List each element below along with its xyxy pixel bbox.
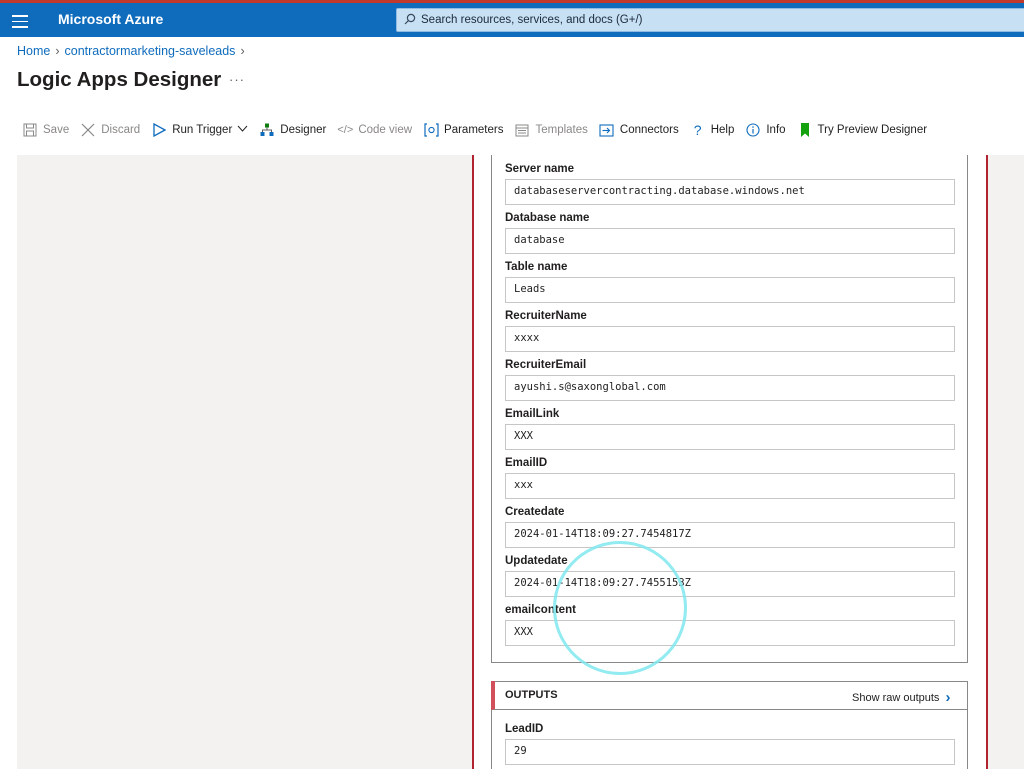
field-value[interactable]: 29 xyxy=(505,739,955,765)
code-view-label: Code view xyxy=(358,124,413,136)
show-raw-outputs-label: Show raw outputs xyxy=(852,691,940,704)
field-label: Table name xyxy=(505,261,568,273)
search-icon xyxy=(404,13,418,27)
field-value[interactable]: XXX xyxy=(505,424,955,450)
connectors-button[interactable]: Connectors xyxy=(599,122,679,138)
more-options-icon[interactable]: ··· xyxy=(229,72,245,87)
run-trigger-label: Run Trigger xyxy=(172,124,233,136)
global-search-input[interactable]: Search resources, services, and docs (G+… xyxy=(396,8,1024,32)
field-value[interactable]: 2024-01-14T18:09:27.7454817Z xyxy=(505,522,955,548)
try-preview-designer-button[interactable]: Try Preview Designer xyxy=(797,122,928,138)
connectors-icon xyxy=(599,122,615,138)
discard-label: Discard xyxy=(101,124,141,136)
run-trigger-button[interactable]: Run Trigger xyxy=(151,122,248,138)
field-value[interactable]: 2024-01-14T18:09:27.7455153Z xyxy=(505,571,955,597)
field-label: EmailID xyxy=(505,457,548,469)
code-icon: </> xyxy=(337,124,354,136)
field-value[interactable]: xxx xyxy=(505,473,955,499)
hamburger-menu-icon[interactable] xyxy=(12,11,28,29)
field-label: Database name xyxy=(505,212,590,224)
parameters-icon xyxy=(423,122,439,138)
show-raw-outputs-link[interactable]: Show raw outputs › xyxy=(852,689,950,706)
info-icon xyxy=(745,122,761,138)
outputs-title: OUTPUTS xyxy=(505,689,558,701)
parameters-label: Parameters xyxy=(444,124,504,136)
field-value[interactable]: xxxx xyxy=(505,326,955,352)
designer-button[interactable]: Designer xyxy=(259,122,326,138)
info-button[interactable]: Info xyxy=(745,122,786,138)
templates-button[interactable]: Templates xyxy=(514,122,588,138)
breadcrumb-home[interactable]: Home xyxy=(17,44,50,58)
connectors-label: Connectors xyxy=(619,124,679,136)
code-view-button[interactable]: </> Code view xyxy=(337,122,412,138)
field-value[interactable]: Leads xyxy=(505,277,955,303)
save-icon xyxy=(22,122,38,138)
brand-name[interactable]: Microsoft Azure xyxy=(58,11,163,27)
field-value[interactable]: ayushi.s@saxonglobal.com xyxy=(505,375,955,401)
templates-label: Templates xyxy=(535,124,588,136)
field-label: RecruiterEmail xyxy=(505,359,587,371)
info-label: Info xyxy=(766,124,786,136)
designer-icon xyxy=(259,122,275,138)
templates-icon xyxy=(514,122,530,138)
chevron-right-icon: › xyxy=(55,44,60,58)
designer-toolbar: Save Discard Run Trigger Designer </> Co… xyxy=(22,120,938,140)
parameters-button[interactable]: Parameters xyxy=(423,122,503,138)
field-label: RecruiterName xyxy=(505,310,587,322)
field-value[interactable]: databaseservercontracting.database.windo… xyxy=(505,179,955,205)
bookmark-icon xyxy=(797,122,813,138)
field-label: Createdate xyxy=(505,506,565,518)
breadcrumb: Home › contractormarketing-saveleads › xyxy=(17,44,250,58)
try-preview-label: Try Preview Designer xyxy=(817,124,928,136)
save-label: Save xyxy=(43,124,70,136)
chevron-down-icon xyxy=(237,124,248,136)
discard-button[interactable]: Discard xyxy=(80,122,140,138)
top-bar: Microsoft Azure Search resources, servic… xyxy=(0,0,1024,37)
field-label: LeadID xyxy=(505,723,544,735)
close-icon xyxy=(80,122,96,138)
save-button[interactable]: Save xyxy=(22,122,69,138)
help-button[interactable]: ? Help xyxy=(690,122,735,138)
field-label: Server name xyxy=(505,163,575,175)
field-value[interactable]: database xyxy=(505,228,955,254)
field-value[interactable]: XXX xyxy=(505,620,955,646)
field-label: emailcontent xyxy=(505,604,576,616)
help-icon: ? xyxy=(693,122,702,138)
chevron-right-icon: › xyxy=(240,44,245,58)
search-placeholder: Search resources, services, and docs (G+… xyxy=(421,14,643,26)
chevron-right-icon: › xyxy=(945,689,951,706)
field-label: EmailLink xyxy=(505,408,560,420)
field-label: Updatedate xyxy=(505,555,568,567)
breadcrumb-resource[interactable]: contractormarketing-saveleads xyxy=(65,44,236,58)
designer-label: Designer xyxy=(280,124,327,136)
page-title: Logic Apps Designer xyxy=(17,68,222,91)
play-icon xyxy=(151,122,167,138)
help-label: Help xyxy=(710,124,735,136)
